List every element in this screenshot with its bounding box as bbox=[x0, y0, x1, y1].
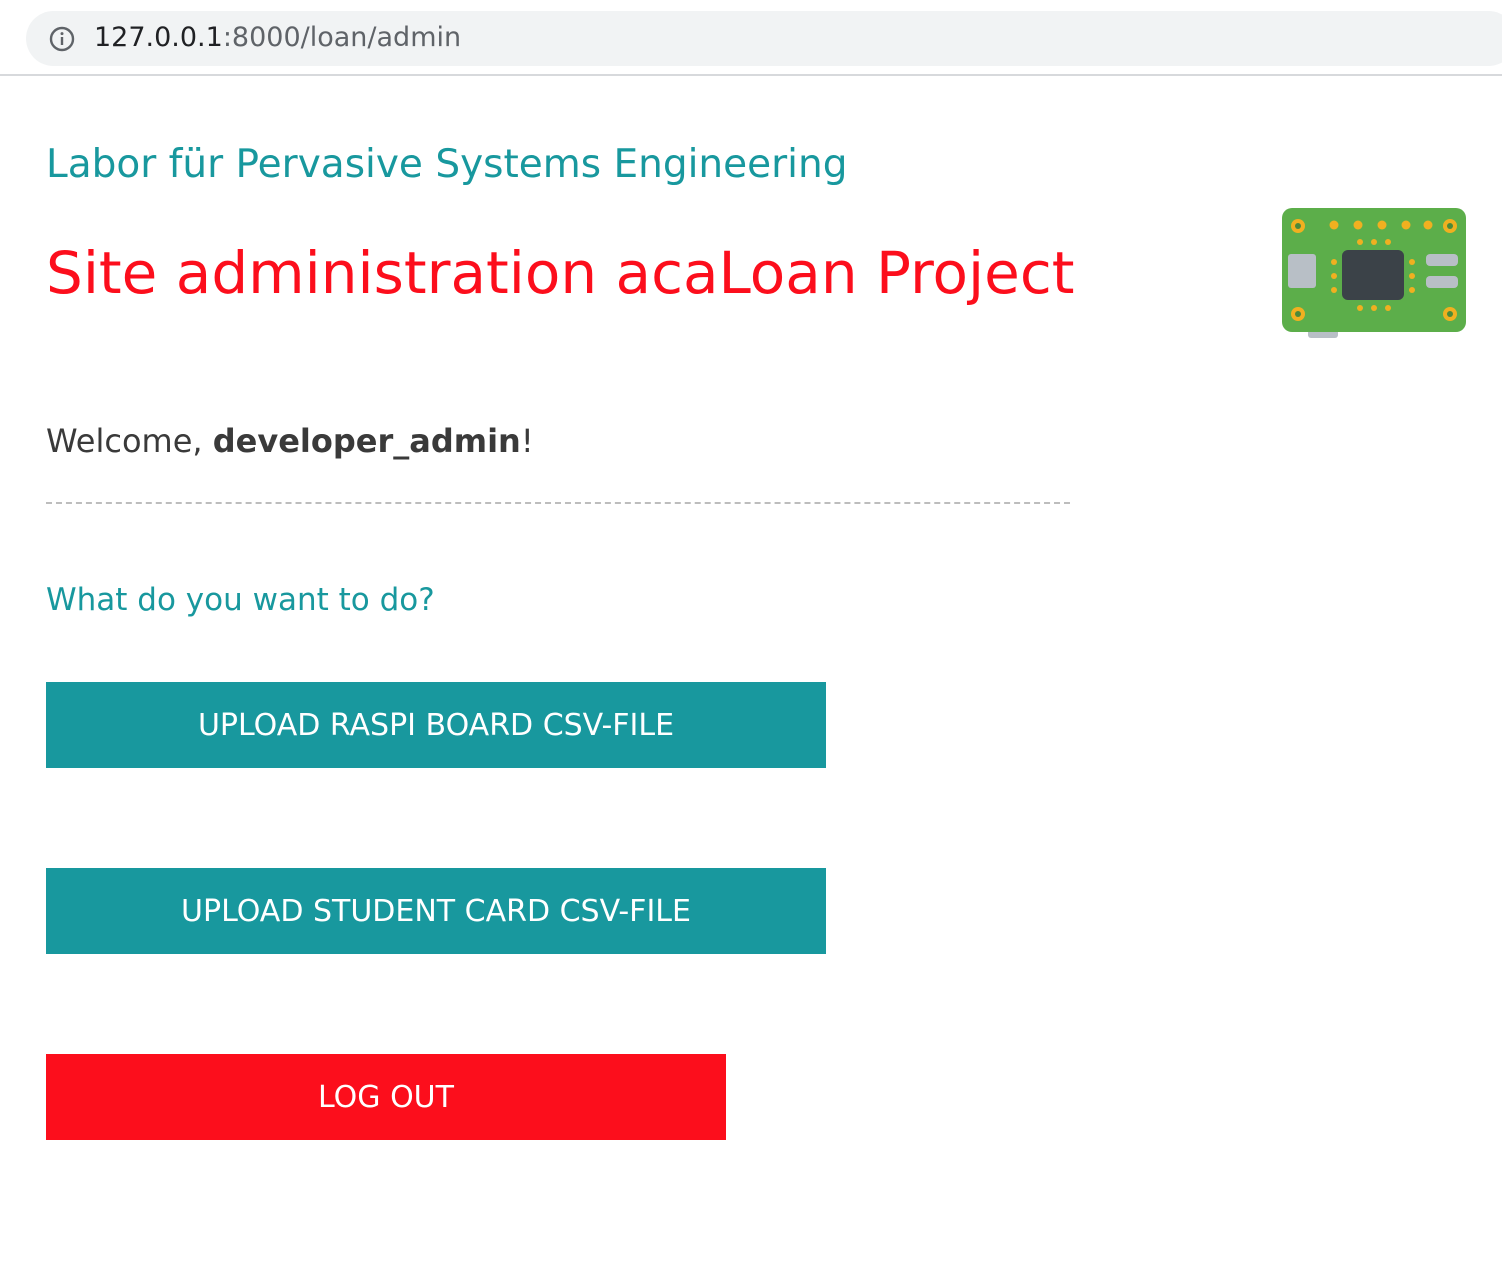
dashed-divider bbox=[46, 502, 1070, 504]
page-title: Site administration acaLoan Project bbox=[46, 239, 1075, 307]
logout-button[interactable]: LOG OUT bbox=[46, 1054, 726, 1140]
welcome-message: Welcome, developer_admin! bbox=[46, 420, 534, 462]
browser-toolbar: 127.0.0.1:8000/loan/admin bbox=[0, 0, 1502, 76]
address-bar-url[interactable]: 127.0.0.1:8000/loan/admin bbox=[94, 20, 461, 56]
info-circle-icon[interactable] bbox=[49, 26, 75, 52]
url-host: 127.0.0.1 bbox=[94, 22, 223, 53]
logout-label: LOG OUT bbox=[318, 1079, 454, 1115]
welcome-prefix: Welcome, bbox=[46, 422, 213, 460]
upload-raspi-board-csv-button[interactable]: UPLOAD RASPI BOARD CSV-FILE bbox=[46, 682, 826, 768]
upload-raspi-board-csv-label: UPLOAD RASPI BOARD CSV-FILE bbox=[197, 707, 675, 743]
upload-student-card-csv-label: UPLOAD STUDENT CARD CSV-FILE bbox=[181, 893, 691, 929]
upload-student-card-csv-button[interactable]: UPLOAD STUDENT CARD CSV-FILE bbox=[46, 868, 826, 954]
url-path: :8000/loan/admin bbox=[222, 22, 462, 53]
actions-heading: What do you want to do? bbox=[46, 582, 435, 618]
welcome-suffix: ! bbox=[520, 422, 534, 460]
username: developer_admin bbox=[212, 422, 521, 460]
lab-title: Labor für Pervasive Systems Engineering bbox=[46, 142, 848, 187]
raspberry-pi-board-icon bbox=[1282, 208, 1466, 338]
